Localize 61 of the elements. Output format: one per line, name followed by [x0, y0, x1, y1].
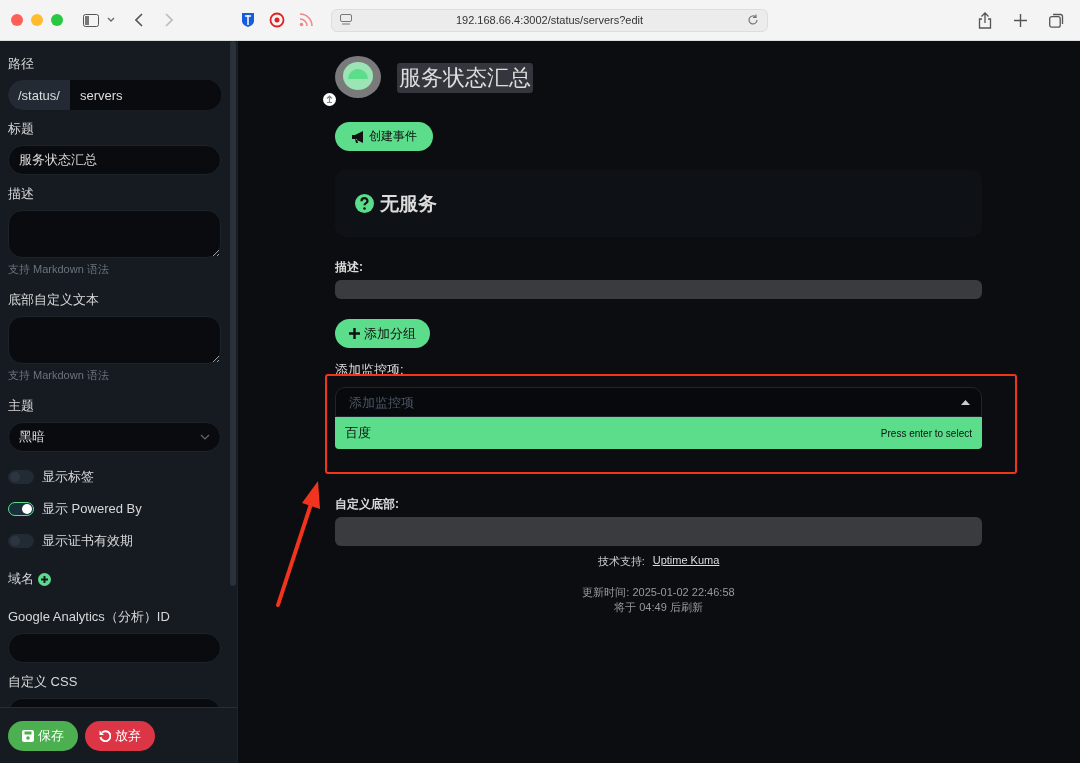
toggle-switch[interactable] [8, 470, 34, 484]
plus-icon [349, 328, 360, 339]
footer-field[interactable] [335, 517, 982, 546]
window-control-icon[interactable] [51, 14, 63, 26]
field-label: 域名 [8, 570, 34, 588]
plus-circle-icon[interactable] [38, 572, 51, 586]
page-icon [340, 14, 352, 26]
description-label: 描述: [335, 259, 364, 276]
toggle-label: 显示标签 [42, 468, 94, 486]
logo-icon[interactable] [335, 55, 381, 99]
share-icon[interactable] [978, 11, 992, 29]
scrollbar[interactable] [230, 41, 236, 586]
field-label: 底部自定义文本 [8, 291, 100, 309]
field-label: 路径 [8, 55, 35, 73]
chevron-down-icon[interactable] [107, 17, 115, 23]
create-incident-button[interactable]: 创建事件 [335, 122, 433, 151]
theme-select[interactable]: 黑暗 [8, 422, 221, 452]
field-label: 自定义 CSS [8, 673, 79, 691]
toggle-switch[interactable] [8, 534, 34, 548]
footer-label: 自定义底部: [335, 496, 400, 513]
path-prefix: /status/ [8, 80, 70, 110]
refresh-countdown: 将于 04:49 后刷新 [613, 600, 704, 615]
status-text: 无服务 [380, 191, 437, 216]
window-control-icon[interactable] [11, 14, 23, 26]
target-icon[interactable] [269, 12, 285, 28]
sidebar-icon[interactable] [83, 13, 99, 27]
reload-icon[interactable] [747, 14, 759, 26]
monitor-search-field[interactable]: 添加监控项 [347, 393, 961, 411]
add-group-button[interactable]: 添加分组 [335, 319, 430, 348]
powered-by-label: 技术支持: [597, 554, 645, 569]
back-icon[interactable] [135, 13, 144, 27]
page-title[interactable]: 服务状态汇总 [397, 63, 533, 93]
shield-icon[interactable] [241, 12, 255, 28]
path-field[interactable]: /status/ servers [8, 80, 221, 110]
description-field[interactable] [335, 280, 982, 299]
dropdown-option[interactable]: 百度 Press enter to select [335, 417, 982, 449]
question-icon [355, 194, 374, 213]
discard-button[interactable]: 放弃 [85, 720, 155, 751]
undo-icon [99, 729, 111, 742]
url-text: 192.168.66.4:3002/status/servers?edit [454, 14, 645, 26]
update-time: 更新时间: 2025-01-02 22:46:58 [581, 585, 736, 600]
hint-text: 支持 Markdown 语法 [8, 262, 110, 277]
hint-text: 支持 Markdown 语法 [8, 368, 110, 383]
toggle-label: 显示 Powered By [42, 500, 142, 518]
address-bar[interactable]: 192.168.66.4:3002/status/servers?edit [331, 8, 768, 32]
text-field[interactable] [8, 633, 221, 663]
megaphone-icon [351, 130, 365, 143]
field-label: 主题 [8, 397, 35, 415]
field-label: 标题 [8, 120, 35, 138]
chevron-down-icon [200, 434, 210, 440]
plus-icon[interactable] [1014, 13, 1027, 27]
rss-icon[interactable] [299, 13, 313, 27]
caret-up-icon[interactable] [961, 399, 970, 405]
uptime-kuma-link[interactable]: Uptime Kuma [652, 554, 720, 569]
tabs-icon[interactable] [1049, 12, 1064, 28]
upload-icon[interactable] [323, 93, 336, 106]
text-field[interactable]: 服务状态汇总 [8, 145, 221, 175]
field-label: Google Analytics（分析）ID [8, 608, 171, 626]
select-box[interactable]: 添加监控项 [335, 387, 982, 417]
field-label: 描述 [8, 185, 35, 203]
toggle-label: 显示证书有效期 [42, 532, 133, 550]
